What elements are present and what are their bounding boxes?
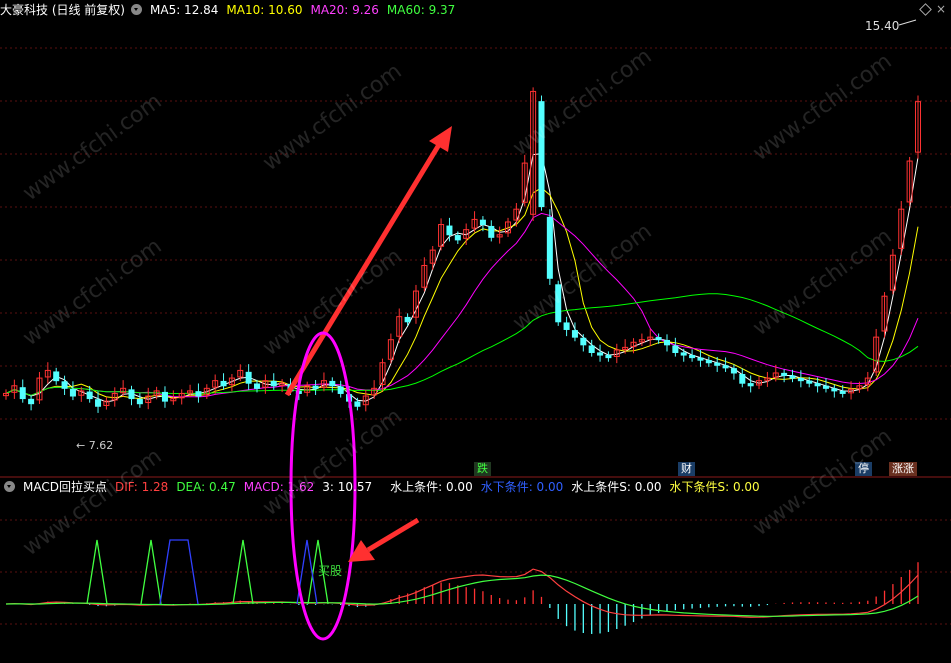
candle-body <box>161 391 168 402</box>
candle-body <box>580 337 587 346</box>
macd-indicator <box>5 539 919 634</box>
candle-body <box>655 337 662 341</box>
candle-body <box>747 383 754 387</box>
candle-body <box>19 387 26 400</box>
candle-body <box>53 371 60 382</box>
candle-body <box>28 398 35 405</box>
candle-body <box>86 391 93 400</box>
candle-body <box>689 354 696 359</box>
candle-body <box>831 388 838 392</box>
candle-body <box>839 390 846 394</box>
candle-body <box>220 380 227 387</box>
dropdown-icon[interactable] <box>4 481 15 492</box>
ma20-label: MA20: 9.26 <box>310 3 379 17</box>
candle-body <box>479 219 486 226</box>
candle-body <box>705 360 712 364</box>
candle-body <box>571 330 578 338</box>
candle-body <box>697 357 704 361</box>
candle-body <box>814 383 821 387</box>
grid-lines <box>0 47 951 625</box>
candle-body <box>61 381 68 389</box>
candle-body <box>488 225 495 238</box>
cond4-label: 水下条件S: 0.00 <box>669 480 760 494</box>
high-price-label: 15.40 <box>865 19 900 33</box>
ma5-line <box>5 153 919 403</box>
event-badge-die[interactable]: 跌 <box>474 462 491 476</box>
dif-label: DIF: 1.28 <box>114 480 169 494</box>
candle-body <box>739 374 746 384</box>
candle-body <box>195 391 202 397</box>
buy-signal-label: 买股 <box>318 564 343 578</box>
ma60-label: MA60: 9.37 <box>386 3 456 17</box>
indicator-header: MACD回拉买点 DIF: 1.28 DEA: 0.47 MACD: 1.62 3: 1… <box>0 477 768 497</box>
candle-body <box>312 385 319 389</box>
event-badge-ting[interactable]: 停 <box>855 462 872 476</box>
low-price-label: ← 7.62 <box>76 439 114 452</box>
price-pointer-arrow <box>898 19 917 26</box>
candle-body <box>730 368 737 374</box>
price-panel-header: 大豪科技 (日线 前复权) MA5: 12.84 MA10: 10.60 MA20: … <box>0 0 463 20</box>
indicator-name[interactable]: MACD回拉买点 <box>23 480 107 494</box>
candle-body <box>446 225 453 236</box>
candle-body <box>337 386 344 394</box>
candle-body <box>404 316 411 323</box>
candle-body <box>245 371 252 384</box>
event-badge-cai[interactable]: 财 <box>678 462 695 476</box>
candle-body <box>454 235 461 241</box>
candle-body <box>329 380 336 387</box>
dropdown-icon[interactable] <box>131 4 142 15</box>
candle-body <box>789 375 796 379</box>
candle-body <box>69 388 76 397</box>
candle-body <box>797 377 804 382</box>
candle-body <box>672 345 679 353</box>
candle-body <box>714 362 721 366</box>
candle-body <box>822 385 829 389</box>
candle-body <box>722 365 729 369</box>
candle-body <box>538 101 545 208</box>
candle-body <box>253 383 261 389</box>
trend-arrow-head <box>429 126 452 152</box>
extra-label: 3: 10.57 <box>322 480 373 494</box>
candle-body <box>781 372 788 377</box>
ma5-label: MA5: 12.84 <box>150 3 219 17</box>
stock-title[interactable]: 大豪科技 (日线 前复权) <box>0 3 125 17</box>
candle-body <box>806 380 813 384</box>
candle-body <box>680 352 687 356</box>
cond3-label: 水上条件S: 0.00 <box>571 480 662 494</box>
candle-body <box>95 399 102 407</box>
dea-label: DEA: 0.47 <box>176 480 236 494</box>
candlestick-series <box>2 87 922 413</box>
candle-body <box>588 345 595 353</box>
candle-body <box>563 322 570 330</box>
moving-average-lines <box>5 153 919 403</box>
cond1-label: 水上条件: 0.00 <box>390 480 473 494</box>
ma10-label: MA10: 10.60 <box>226 3 303 17</box>
close-icon[interactable]: × <box>936 2 946 16</box>
ma20-line <box>5 212 919 398</box>
candle-body <box>555 284 562 323</box>
candle-body <box>136 398 143 405</box>
event-badge-zhang[interactable]: 涨涨 <box>889 462 917 476</box>
annotations <box>284 19 917 641</box>
cond2-label: 水下条件: 0.00 <box>480 480 564 494</box>
ma60-line <box>5 293 919 396</box>
ma10-line <box>5 187 919 400</box>
candle-body <box>354 401 361 407</box>
macd-label: MACD: 1.62 <box>243 480 315 494</box>
candle-body <box>128 389 135 400</box>
buy-arrow-shaft <box>366 517 420 553</box>
candle-body <box>663 339 671 346</box>
candle-body <box>597 352 604 356</box>
candle-body <box>546 216 553 279</box>
candle-body <box>270 380 277 387</box>
candle-body <box>605 354 612 359</box>
kline-chart <box>0 19 951 641</box>
trend-arrow-shaft <box>284 141 443 397</box>
